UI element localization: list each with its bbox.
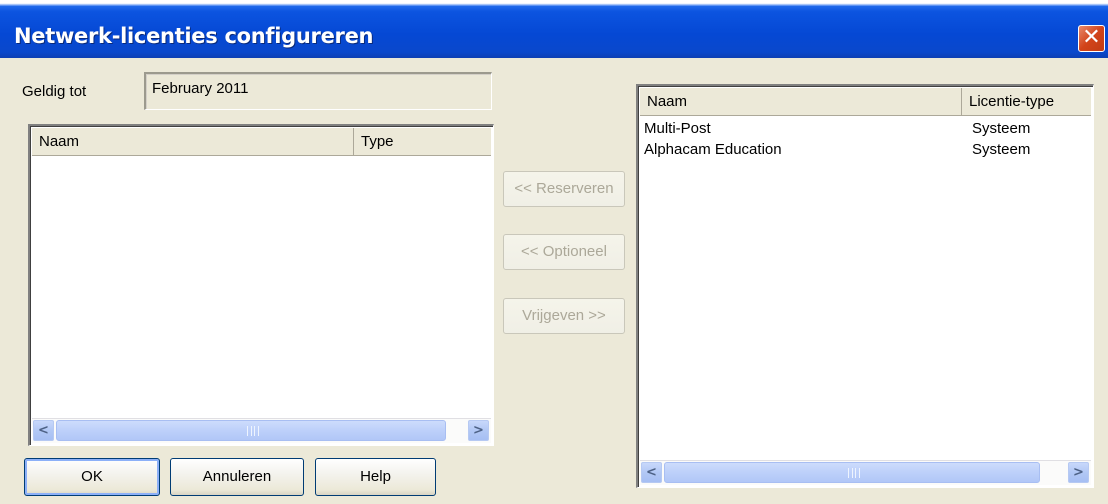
scroll-left-arrow-icon[interactable]: < [33, 420, 54, 441]
scroll-right-arrow-icon[interactable]: > [468, 420, 489, 441]
title-bar[interactable]: Netwerk-licenties configureren ✕ [0, 0, 1108, 58]
close-button[interactable]: ✕ [1078, 25, 1105, 52]
list-item-name: Alphacam Education [644, 141, 782, 158]
list-item[interactable]: Alphacam Education Systeem [644, 141, 1084, 161]
valid-until-label: Geldig tot [22, 83, 87, 100]
release-button[interactable]: Vrijgeven >> [503, 298, 625, 334]
left-col-type-header[interactable]: Type [354, 128, 492, 155]
right-col-name-header[interactable]: Naam [640, 88, 962, 115]
list-item-type: Systeem [972, 120, 1031, 137]
scroll-right-arrow-icon[interactable]: > [1068, 462, 1089, 483]
scroll-thumb-grip-icon [848, 468, 860, 478]
list-item-name: Multi-Post [644, 120, 711, 137]
left-col-name-header[interactable]: Naam [32, 128, 354, 155]
list-item[interactable]: Multi-Post Systeem [644, 120, 1084, 140]
cancel-button[interactable]: Annuleren [170, 458, 304, 496]
scroll-thumb-grip-icon [247, 426, 259, 436]
right-list-header: Naam Licentie-type [640, 88, 1091, 116]
ok-button[interactable]: OK [24, 458, 160, 496]
window-title: Netwerk-licenties configureren [14, 24, 374, 48]
help-button[interactable]: Help [315, 458, 436, 496]
scroll-left-arrow-icon[interactable]: < [641, 462, 662, 483]
title-bar-edge [0, 0, 1108, 6]
left-list-hscrollbar[interactable]: < > [32, 418, 491, 443]
list-item-type: Systeem [972, 141, 1031, 158]
dialog-window: Netwerk-licenties configureren ✕ Geldig … [0, 0, 1108, 504]
close-icon: ✕ [1082, 25, 1101, 50]
assigned-licenses-list[interactable]: Naam Licentie-type Multi-Post Systeem Al… [636, 84, 1094, 488]
right-col-type-header[interactable]: Licentie-type [962, 88, 1092, 115]
right-list-hscrollbar[interactable]: < > [640, 460, 1091, 485]
reserve-button[interactable]: << Reserveren [503, 171, 625, 207]
right-list-scroll-thumb[interactable] [664, 462, 1040, 483]
left-list-header: Naam Type [32, 128, 491, 156]
valid-until-field: February 2011 [144, 72, 492, 110]
available-licenses-list[interactable]: Naam Type < > [28, 124, 494, 446]
optional-button[interactable]: << Optioneel [503, 234, 625, 270]
left-list-scroll-thumb[interactable] [56, 420, 446, 441]
